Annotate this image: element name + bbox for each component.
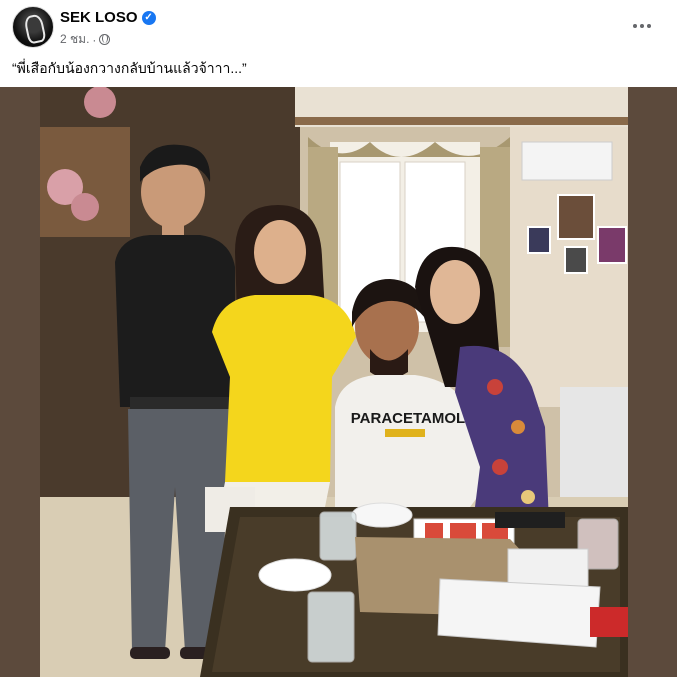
shirt-text: PARACETAMOL bbox=[351, 410, 465, 427]
dot-icon bbox=[633, 24, 637, 28]
dot-icon bbox=[640, 24, 644, 28]
meta-separator: · bbox=[92, 32, 97, 47]
verified-badge-icon: ✓ bbox=[141, 10, 156, 25]
author-line: SEK LOSO ✓ bbox=[60, 9, 156, 26]
post-header: SEK LOSO ✓ 2 ชม. · bbox=[0, 0, 677, 52]
dot-icon bbox=[647, 24, 651, 28]
author-name[interactable]: SEK LOSO bbox=[60, 9, 138, 26]
more-options-button[interactable] bbox=[626, 12, 658, 40]
post-meta: 2 ชม. · bbox=[60, 30, 111, 49]
post-photo[interactable]: PARACETAMOL bbox=[40, 87, 628, 677]
family-photo-illustration: PARACETAMOL bbox=[40, 87, 628, 677]
post-caption: “พี่เสือกับน้องกวางกลับบ้านแล้วจ้าาา...” bbox=[12, 60, 247, 76]
post-timestamp[interactable]: 2 ชม. bbox=[60, 30, 89, 49]
globe-icon[interactable] bbox=[99, 34, 111, 45]
photo-container[interactable]: PARACETAMOL bbox=[0, 87, 677, 677]
author-avatar[interactable] bbox=[12, 6, 54, 48]
